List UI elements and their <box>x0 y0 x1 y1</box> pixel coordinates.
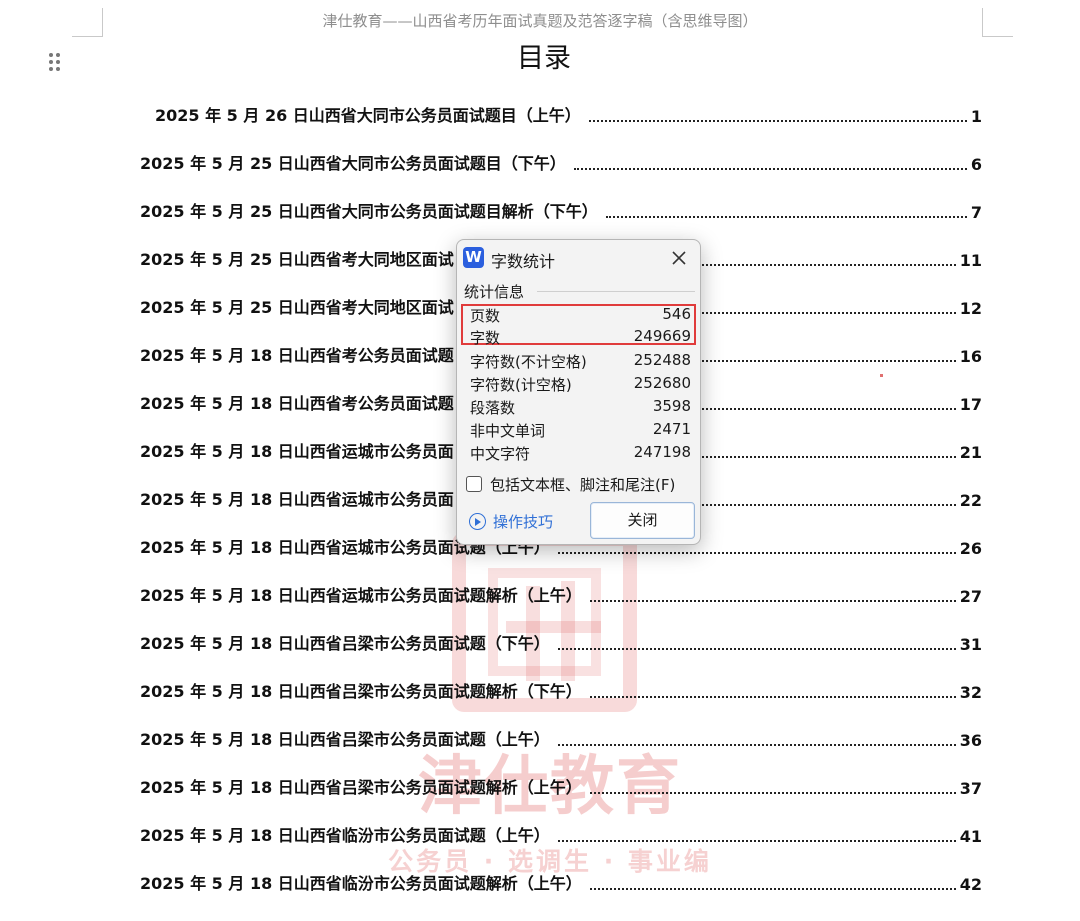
stat-value: 546 <box>662 305 691 323</box>
toc-entry-title: 2025 年 5 月 25 日山西省考大同地区面试 <box>140 298 454 317</box>
toc-entry-title: 2025 年 5 月 18 日山西省考公务员面试题 <box>140 346 454 365</box>
stat-value: 252488 <box>633 351 691 369</box>
stat-label: 字符数(不计空格) <box>470 353 587 371</box>
toc-entry[interactable]: 2025 年 5 月 18 日山西省吕梁市公务员面试题（下午） 31 <box>140 630 982 654</box>
stat-label: 中文字符 <box>470 445 531 463</box>
toc-leader <box>589 792 956 794</box>
tips-link[interactable]: 操作技巧 <box>469 511 553 532</box>
toc-page-number: 41 <box>959 827 982 846</box>
toc-entry-title: 2025 年 5 月 18 日山西省运城市公务员面试题解析（上午） <box>140 586 582 605</box>
toc-page-number: 21 <box>959 443 982 462</box>
toc-entry-title: 2025 年 5 月 25 日山西省大同市公务员面试题目解析（下午） <box>140 202 598 221</box>
toc-page-number: 42 <box>959 875 982 894</box>
toc-entry[interactable]: 2025 年 5 月 18 日山西省吕梁市公务员面试题（上午） 36 <box>140 726 982 750</box>
toc-entry-title: 2025 年 5 月 18 日山西省吕梁市公务员面试题解析（上午） <box>140 778 582 797</box>
wps-writer-icon: W <box>463 247 484 268</box>
toc-title: 目录 <box>517 43 571 74</box>
toc-entry-title: 2025 年 5 月 18 日山西省临汾市公务员面试题解析（上午） <box>140 874 582 893</box>
toc-entry-title: 2025 年 5 月 18 日山西省吕梁市公务员面试题解析（下午） <box>140 682 582 701</box>
stat-label: 页数 <box>470 307 501 325</box>
stat-label: 段落数 <box>470 399 516 417</box>
toc-entry[interactable]: 2025 年 5 月 25 日山西省大同市公务员面试题目解析（下午） 7 <box>140 198 982 222</box>
toc-entry-title: 2025 年 5 月 18 日山西省吕梁市公务员面试题（下午） <box>140 634 550 653</box>
toc-entry[interactable]: 2025 年 5 月 18 日山西省吕梁市公务员面试题解析（下午） 32 <box>140 678 982 702</box>
stat-row-pages: 页数 546 <box>470 305 691 327</box>
toc-entry-title: 2025 年 5 月 18 日山西省运城市公务员面 <box>140 490 454 509</box>
stat-row-non-chinese-words: 非中文单词 2471 <box>470 420 691 442</box>
toc-entry[interactable]: 2025 年 5 月 25 日山西省大同市公务员面试题目（下午） 6 <box>140 150 982 174</box>
toc-entry[interactable]: 2025 年 5 月 18 日山西省吕梁市公务员面试题解析（上午） 37 <box>140 774 982 798</box>
stat-label: 字符数(计空格) <box>470 376 572 394</box>
stat-value: 3598 <box>652 397 691 415</box>
page-header: 津仕教育——山西省考历年面试真题及范答逐字稿（含思维导图） <box>322 12 758 30</box>
stat-value: 249669 <box>633 327 691 345</box>
toc-page-number: 32 <box>959 683 982 702</box>
section-label: 统计信息 <box>464 283 525 301</box>
toc-entry[interactable]: 2025 年 5 月 18 日山西省临汾市公务员面试题（上午） 41 <box>140 822 982 846</box>
word-count-dialog: W 字数统计 统计信息 页数 546 字数 249669 字符数(不计空格) 2524… <box>456 239 701 545</box>
stat-label: 字数 <box>470 329 501 347</box>
stat-row-chars-no-spaces: 字符数(不计空格) 252488 <box>470 351 691 373</box>
section-divider <box>537 291 695 292</box>
toc-page-number: 27 <box>959 587 982 606</box>
toc-page-number: 16 <box>959 347 982 366</box>
toc-entry-title: 2025 年 5 月 18 日山西省考公务员面试题 <box>140 394 454 413</box>
toc-leader <box>557 840 956 842</box>
toc-page-number: 6 <box>970 155 982 174</box>
dialog-title: 字数统计 <box>491 252 556 271</box>
tips-link-label: 操作技巧 <box>493 513 554 531</box>
toc-page-number: 22 <box>959 491 982 510</box>
stat-row-paragraphs: 段落数 3598 <box>470 397 691 419</box>
checkbox-box[interactable] <box>466 476 482 492</box>
stat-value: 252680 <box>633 374 691 392</box>
toc-entry[interactable]: 2025 年 5 月 18 日山西省临汾市公务员面试题解析（上午） 42 <box>140 870 982 894</box>
toc-page-number: 7 <box>970 203 982 222</box>
dialog-titlebar[interactable]: W 字数统计 <box>457 240 700 276</box>
toc-leader <box>589 600 956 602</box>
toc-entry[interactable]: 2025 年 5 月 26 日山西省大同市公务员面试题目（上午） 1 <box>155 102 982 126</box>
toc-page-number: 17 <box>959 395 982 414</box>
checkbox-label: 包括文本框、脚注和尾注(F) <box>490 476 676 494</box>
toc-entry[interactable]: 2025 年 5 月 18 日山西省运城市公务员面试题解析（上午） 27 <box>140 582 982 606</box>
include-textbox-checkbox[interactable]: 包括文本框、脚注和尾注(F) <box>466 474 675 496</box>
toc-entry-title: 2025 年 5 月 18 日山西省吕梁市公务员面试题（上午） <box>140 730 550 749</box>
toc-leader <box>557 744 956 746</box>
toc-entry-title: 2025 年 5 月 18 日山西省临汾市公务员面试题（上午） <box>140 826 550 845</box>
close-button[interactable]: 关闭 <box>590 502 695 539</box>
stat-row-words: 字数 249669 <box>470 327 691 349</box>
toc-leader <box>589 888 956 890</box>
toc-page-number: 37 <box>959 779 982 798</box>
stray-mark <box>880 374 883 377</box>
toc-entry-title: 2025 年 5 月 18 日山西省运城市公务员面 <box>140 442 454 461</box>
toc-entry-title: 2025 年 5 月 25 日山西省大同市公务员面试题目（下午） <box>140 154 566 173</box>
toc-page-number: 12 <box>959 299 982 318</box>
toc-page-number: 11 <box>959 251 982 270</box>
stat-value: 247198 <box>633 443 691 461</box>
toc-leader <box>605 216 967 218</box>
toc-page-number: 26 <box>959 539 982 558</box>
toc-leader <box>557 648 956 650</box>
stat-row-chinese-chars: 中文字符 247198 <box>470 443 691 465</box>
stat-label: 非中文单词 <box>470 422 546 440</box>
toc-entry-title: 2025 年 5 月 25 日山西省考大同地区面试 <box>140 250 454 269</box>
stat-value: 2471 <box>652 420 691 438</box>
close-icon[interactable] <box>667 246 691 270</box>
toc-leader <box>589 696 956 698</box>
play-circle-icon <box>469 513 486 530</box>
toc-leader <box>588 120 967 122</box>
stat-row-chars-with-spaces: 字符数(计空格) 252680 <box>470 374 691 396</box>
toc-page-number: 1 <box>970 107 982 126</box>
toc-page-number: 31 <box>959 635 982 654</box>
toc-page-number: 36 <box>959 731 982 750</box>
toc-leader <box>557 552 956 554</box>
toc-entry-title: 2025 年 5 月 26 日山西省大同市公务员面试题目（上午） <box>155 106 581 125</box>
toc-leader <box>573 168 967 170</box>
